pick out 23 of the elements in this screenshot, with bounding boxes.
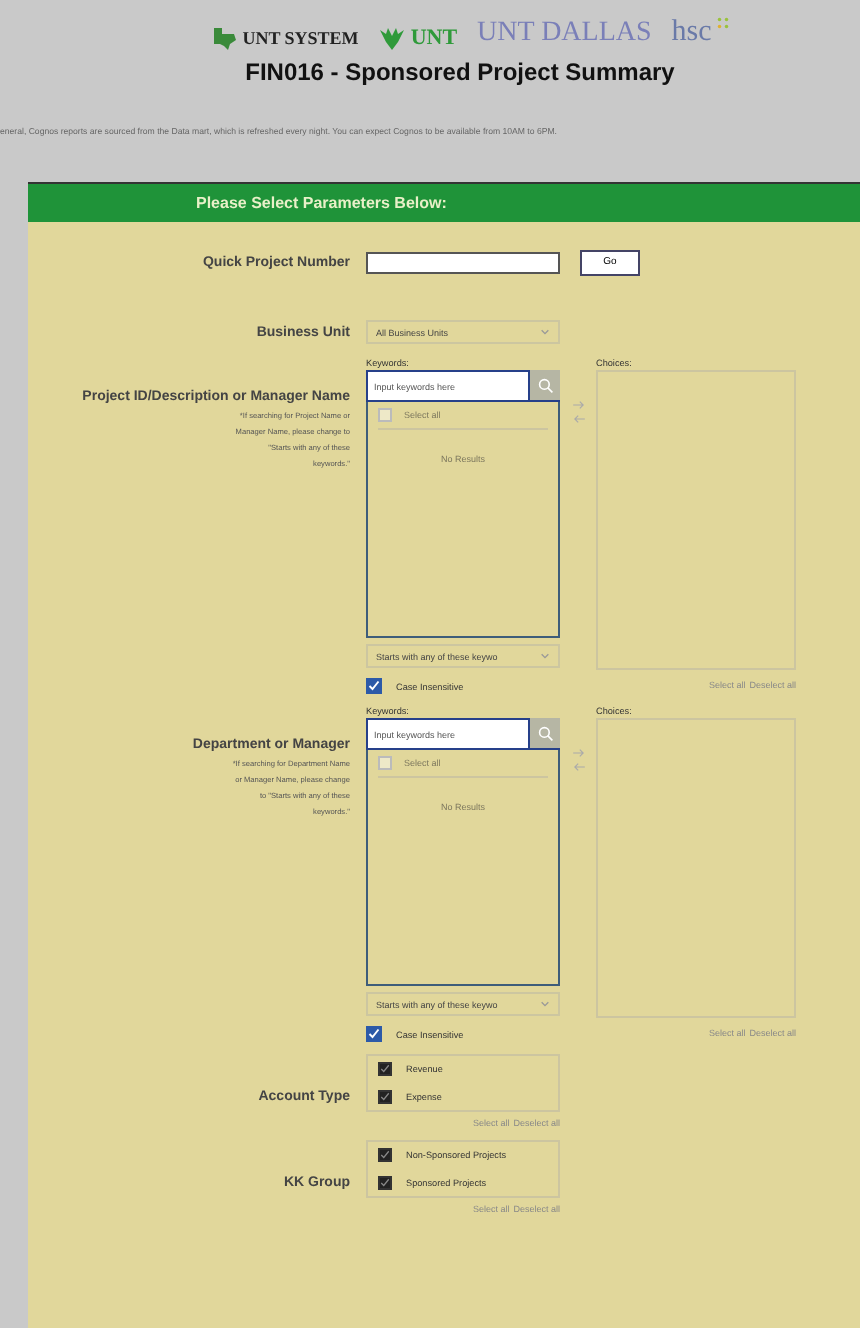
checkbox[interactable] xyxy=(378,1090,392,1104)
project-number-input[interactable] xyxy=(366,251,560,273)
chevron-down-icon xyxy=(540,328,550,336)
checkbox[interactable] xyxy=(378,1062,392,1076)
state-shape-icon xyxy=(210,26,239,50)
chevron-down-icon xyxy=(540,652,550,660)
report-title: FIN016 - Sponsored Project Summary xyxy=(245,58,675,86)
checkbox[interactable] xyxy=(366,1026,382,1042)
checkbox[interactable] xyxy=(378,408,392,422)
logo-text: UNT DALLAS xyxy=(477,18,652,50)
checkbox[interactable] xyxy=(366,678,382,694)
logo-text: hsc xyxy=(671,16,712,50)
dots-icon xyxy=(715,16,730,30)
checkbox[interactable] xyxy=(378,756,392,770)
checkbox[interactable] xyxy=(378,1176,392,1190)
chevron-down-icon xyxy=(540,1000,550,1008)
logo-text: UNT xyxy=(410,26,458,50)
checkbox[interactable] xyxy=(378,1148,392,1162)
logo-text: UNT SYSTEM xyxy=(242,28,359,48)
search-icon[interactable] xyxy=(530,718,560,750)
eagle-icon xyxy=(378,26,407,50)
banner: Please Select Parameters Below: xyxy=(28,182,860,222)
search-icon[interactable] xyxy=(530,370,560,402)
